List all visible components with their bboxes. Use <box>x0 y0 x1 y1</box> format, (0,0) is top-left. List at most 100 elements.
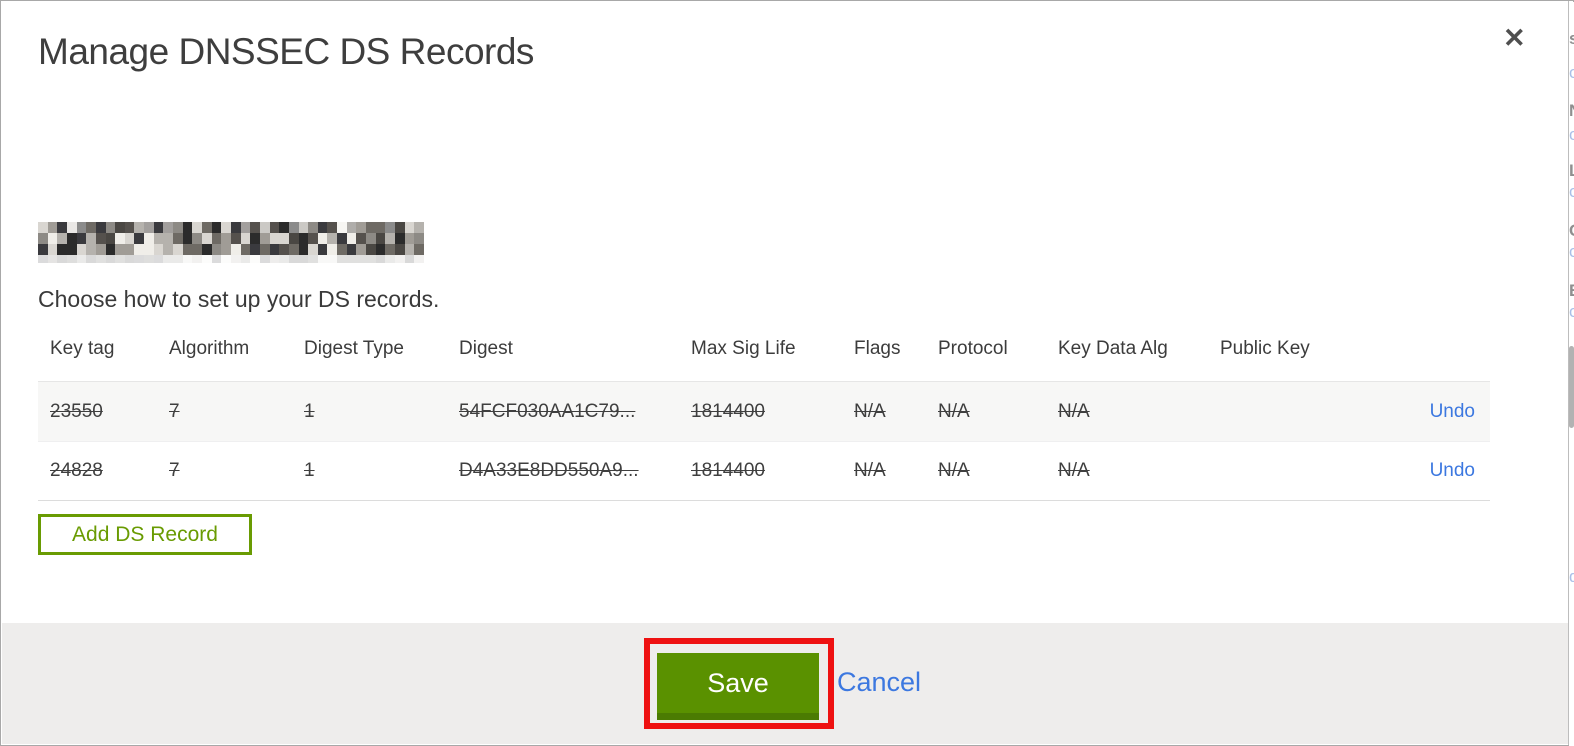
redaction-pixel <box>144 255 154 263</box>
undo-link[interactable]: Undo <box>1430 401 1475 422</box>
redaction-pixel <box>288 255 299 263</box>
redaction-pixel <box>308 222 318 233</box>
redaction-pixel <box>86 255 96 263</box>
redaction-pixel <box>366 222 376 233</box>
redaction-pixel <box>346 222 357 233</box>
clipped-text-fragment: E <box>1569 282 1574 299</box>
redaction-pixel <box>105 244 116 255</box>
add-ds-record-button[interactable]: Add DS Record <box>38 514 252 555</box>
redaction-pixel <box>356 222 367 233</box>
redaction-pixel <box>308 244 318 255</box>
redaction-pixel <box>57 222 67 233</box>
redaction-pixel <box>317 222 328 233</box>
ds-records-table: Key tag Algorithm Digest Type Digest Max… <box>38 335 1490 501</box>
clipped-text-fragment: N <box>1569 102 1574 119</box>
redaction-pixel <box>173 233 183 244</box>
redaction-pixel <box>124 233 135 244</box>
redaction-pixel <box>375 222 386 233</box>
redaction-pixel <box>317 255 328 263</box>
close-icon[interactable]: ✕ <box>1499 21 1530 56</box>
cell-max-sig-life: 1814400 <box>691 460 765 481</box>
redaction-pixel <box>337 222 347 233</box>
cancel-link[interactable]: Cancel <box>837 667 921 698</box>
redaction-pixel <box>163 244 174 255</box>
redaction-pixel <box>250 255 260 263</box>
redaction-pixel <box>346 233 357 244</box>
col-header-protocol: Protocol <box>938 338 1008 359</box>
redaction-pixel <box>211 222 222 233</box>
redaction-pixel <box>385 255 396 263</box>
redaction-pixel <box>202 255 212 263</box>
redaction-pixel <box>47 222 58 233</box>
clipped-text-fragment: o <box>1569 63 1574 82</box>
redaction-pixel <box>269 255 280 263</box>
redaction-pixel <box>76 233 87 244</box>
redaction-pixel <box>366 233 376 244</box>
modal-footer: Save Cancel <box>2 623 1568 744</box>
redaction-pixel <box>250 222 260 233</box>
redaction-pixel <box>202 222 212 233</box>
redaction-pixel <box>259 233 270 244</box>
redaction-pixel <box>404 244 415 255</box>
redaction-pixel <box>153 244 164 255</box>
redaction-pixel <box>327 222 338 233</box>
undo-link[interactable]: Undo <box>1430 460 1475 481</box>
screenshot-frame: Manage DNSSEC DS Records ✕ Choose how to… <box>0 0 1574 746</box>
redaction-pixel <box>230 233 241 244</box>
redaction-pixel <box>211 244 222 255</box>
modal-title: Manage DNSSEC DS Records <box>38 31 534 72</box>
redaction-pixel <box>395 255 405 263</box>
redaction-pixel <box>259 255 270 263</box>
redaction-pixel <box>153 233 164 244</box>
redaction-pixel <box>269 244 280 255</box>
redaction-pixel <box>86 244 96 255</box>
redaction-pixel <box>153 255 164 263</box>
redaction-pixel <box>163 222 174 233</box>
redaction-pixel <box>134 255 145 263</box>
redaction-pixel <box>279 222 289 233</box>
redacted-domain-name <box>38 222 424 266</box>
clipped-text-fragment: o <box>1569 302 1574 321</box>
redaction-pixel <box>414 255 424 263</box>
redaction-pixel <box>385 222 396 233</box>
redaction-pixel <box>192 255 203 263</box>
redaction-pixel <box>144 233 154 244</box>
cell-actions: Undo <box>1395 460 1490 482</box>
redaction-pixel <box>414 222 424 233</box>
clipped-text-fragment: o <box>1569 182 1574 201</box>
redaction-pixel <box>38 233 48 244</box>
redaction-pixel <box>356 255 367 263</box>
clipped-text-fragment: s <box>1569 29 1574 48</box>
background-page-edge: soNoLoCoEod <box>1569 2 1574 746</box>
redaction-pixel <box>240 244 251 255</box>
cell-actions: Undo <box>1395 401 1490 423</box>
redaction-pixel <box>144 244 154 255</box>
col-header-algorithm: Algorithm <box>169 338 250 359</box>
cell-key-data-alg: N/A <box>1058 400 1090 422</box>
redaction-pixel <box>144 222 154 233</box>
background-scrollbar-thumb[interactable] <box>1569 346 1574 428</box>
cell-digest: D4A33E8DD550A9... <box>459 460 639 481</box>
redaction-pixel <box>173 244 183 255</box>
redaction-pixel <box>269 233 280 244</box>
redaction-pixel <box>192 222 203 233</box>
redaction-pixel <box>95 233 106 244</box>
cell-protocol: N/A <box>938 460 970 481</box>
redaction-pixel <box>375 255 386 263</box>
redaction-pixel <box>230 244 241 255</box>
redaction-pixel <box>327 244 338 255</box>
table-row: 23550 7 1 54FCF030AA1C79... 1814400 N/A … <box>38 381 1490 441</box>
redaction-pixel <box>163 255 174 263</box>
cell-digest-type: 1 <box>304 460 315 481</box>
col-header-digest-type: Digest Type <box>304 338 404 359</box>
cell-algorithm: 7 <box>169 460 180 481</box>
redaction-pixel <box>337 233 347 244</box>
save-button[interactable]: Save <box>657 653 819 720</box>
table-header-row: Key tag Algorithm Digest Type Digest Max… <box>38 335 1490 381</box>
redaction-pixel <box>95 255 106 263</box>
redaction-pixel <box>95 244 106 255</box>
redaction-pixel <box>202 244 212 255</box>
redaction-pixel <box>337 244 347 255</box>
cell-digest-type: 1 <box>304 400 315 422</box>
redaction-pixel <box>404 255 415 263</box>
